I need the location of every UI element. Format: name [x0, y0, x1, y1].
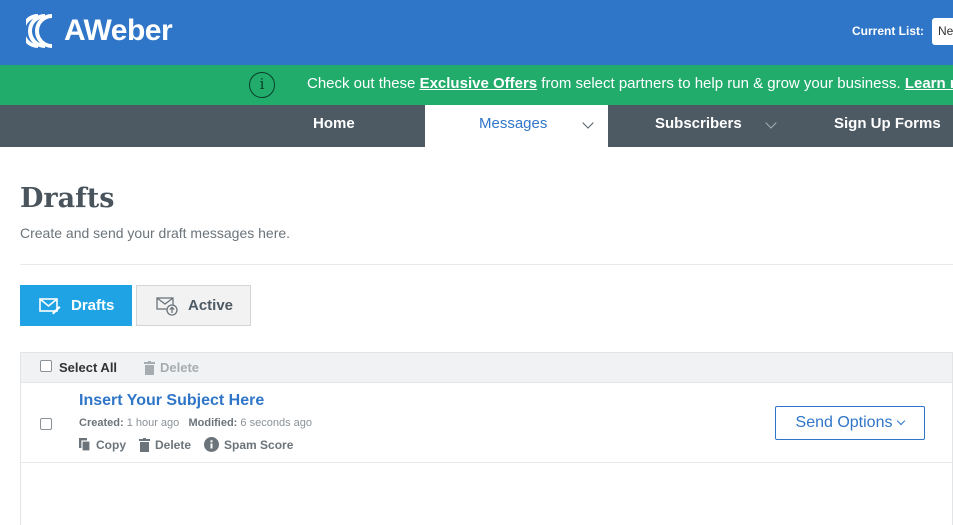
draft-subject-link[interactable]: Insert Your Subject Here — [79, 392, 264, 410]
learn-more-link[interactable]: Learn mo — [905, 75, 953, 92]
spam-score-label: Spam Score — [224, 437, 294, 452]
drafts-table: Select All Delete Insert Your Subject He… — [20, 352, 953, 525]
tab-active-label: Active — [188, 297, 234, 314]
aweber-logo[interactable]: AWeber — [26, 13, 173, 49]
nav-signup-forms[interactable]: Sign Up Forms — [834, 105, 941, 147]
promo-text: Check out these Exclusive Offers from se… — [307, 75, 953, 92]
info-circle-icon — [204, 437, 220, 452]
nav-messages[interactable]: Messages — [425, 105, 608, 147]
main-nav: Home Messages Subscribers Sign Up Forms — [0, 105, 953, 147]
divider — [20, 264, 953, 265]
send-options-button[interactable]: Send Options — [775, 406, 925, 440]
top-header: AWeber Current List: Ne — [0, 0, 953, 65]
info-icon: i — [249, 72, 275, 98]
promo-text-before: Check out these — [307, 75, 420, 92]
created-label: Created: — [79, 417, 124, 429]
send-options-label: Send Options — [795, 414, 893, 431]
tab-drafts[interactable]: Drafts — [20, 285, 132, 326]
draft-meta: Created: 1 hour ago Modified: 6 seconds … — [79, 417, 312, 429]
envelope-upload-icon — [156, 296, 178, 316]
chevron-down-icon — [897, 416, 906, 426]
row-actions: Copy Delete Spam Score — [79, 437, 306, 452]
current-list-label: Current List: — [852, 24, 924, 38]
promo-text-middle: from select partners to help run & grow … — [537, 75, 905, 92]
trash-icon — [144, 360, 155, 375]
spam-score-button[interactable]: Spam Score — [204, 437, 293, 452]
select-all-checkbox[interactable] — [40, 360, 52, 372]
copy-button[interactable]: Copy — [79, 437, 126, 452]
modified-value: 6 seconds ago — [240, 417, 312, 429]
trash-icon — [139, 437, 150, 452]
page-subtitle: Create and send your draft messages here… — [20, 225, 291, 241]
nav-subscribers[interactable]: Subscribers — [655, 105, 805, 147]
page-title: Drafts — [20, 183, 115, 214]
copy-icon — [79, 437, 91, 452]
aweber-logo-icon — [26, 14, 53, 48]
tab-drafts-label: Drafts — [71, 297, 115, 314]
copy-label: Copy — [96, 437, 126, 452]
delete-button[interactable]: Delete — [139, 437, 191, 452]
nav-signup-forms-label: Sign Up Forms — [834, 115, 941, 132]
nav-home[interactable]: Home — [313, 105, 355, 147]
chevron-down-icon — [582, 117, 594, 129]
chevron-down-icon — [765, 117, 777, 129]
nav-messages-label: Messages — [479, 115, 548, 132]
promo-banner: i Check out these Exclusive Offers from … — [0, 65, 953, 105]
delete-selected-button[interactable]: Delete — [144, 360, 199, 375]
table-header: Select All Delete — [21, 352, 952, 383]
table-row: Insert Your Subject Here Created: 1 hour… — [21, 383, 952, 463]
tab-active[interactable]: Active — [136, 285, 251, 326]
created-value: 1 hour ago — [126, 417, 180, 429]
envelope-edit-icon — [39, 297, 61, 314]
delete-selected-label: Delete — [160, 360, 200, 375]
logo-text: AWeber — [64, 14, 173, 47]
nav-subscribers-label: Subscribers — [655, 115, 742, 132]
row-checkbox[interactable] — [40, 418, 52, 430]
nav-home-label: Home — [313, 115, 355, 132]
exclusive-offers-link[interactable]: Exclusive Offers — [420, 75, 538, 92]
current-list-select[interactable]: Ne — [932, 18, 953, 45]
select-all-label[interactable]: Select All — [59, 360, 117, 375]
delete-label: Delete — [155, 437, 192, 452]
modified-label: Modified: — [188, 417, 238, 429]
